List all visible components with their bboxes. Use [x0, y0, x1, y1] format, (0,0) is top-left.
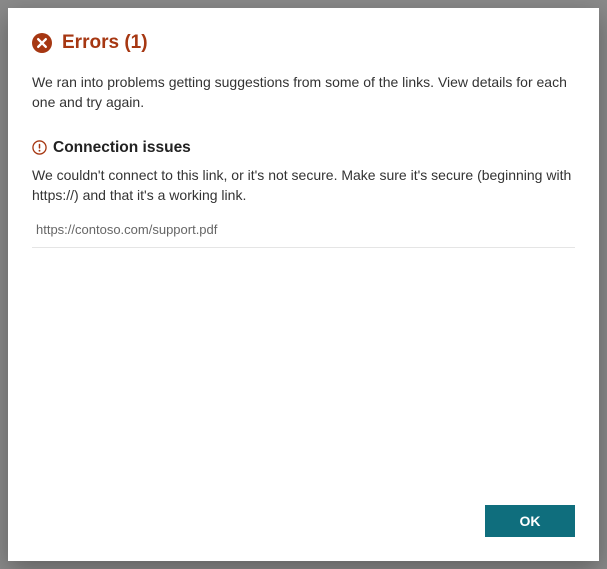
title-prefix: Errors [62, 32, 119, 53]
dialog-footer: OK [8, 487, 599, 561]
dialog-title-row: Errors (1) [32, 32, 575, 54]
dialog-body: Errors (1) We ran into problems getting … [8, 8, 599, 487]
section-body-text: We couldn't connect to this link, or it'… [32, 165, 575, 206]
dialog-intro-text: We ran into problems getting suggestions… [32, 72, 575, 113]
error-dialog: Errors (1) We ran into problems getting … [8, 8, 599, 561]
section-title: Connection issues [53, 139, 191, 157]
error-count: (1) [124, 32, 147, 53]
error-icon [32, 33, 52, 53]
warning-icon [32, 140, 47, 155]
ok-button[interactable]: OK [485, 505, 575, 537]
section-header: Connection issues [32, 139, 575, 157]
failed-link-item: https://contoso.com/support.pdf [32, 219, 575, 248]
dialog-title: Errors (1) [62, 32, 148, 54]
